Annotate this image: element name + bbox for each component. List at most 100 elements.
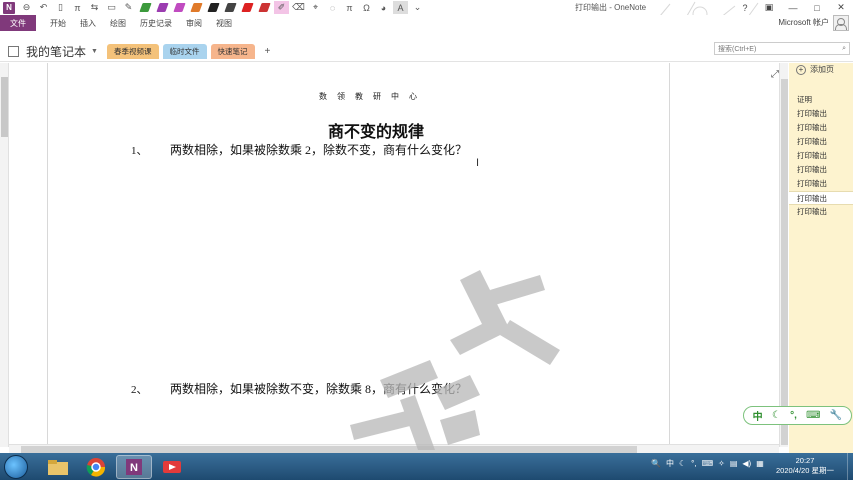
account-label[interactable]: Microsoft 帐户 xyxy=(778,17,829,28)
wrench-tray-icon[interactable]: ✧ xyxy=(718,459,725,468)
page-header: 数 领 教 研 中 心 xyxy=(319,92,421,101)
notebook-selector[interactable]: 我的笔记本 ▼ xyxy=(8,43,98,60)
clock-date: 2020/4/20 星期一 xyxy=(776,466,834,475)
maximize-icon[interactable]: □ xyxy=(805,0,829,15)
svg-text:N: N xyxy=(130,462,138,474)
ink-to-text-icon[interactable]: ⇆ xyxy=(87,1,102,14)
symbol-icon[interactable]: Ω xyxy=(359,1,374,14)
section-tab-spring[interactable]: 春季视频课 xyxy=(107,44,159,59)
text-cursor-icon: I xyxy=(476,157,480,169)
close-icon[interactable]: ✕ xyxy=(829,0,853,15)
dock-icon[interactable]: ▯ xyxy=(53,1,68,14)
pen-green-icon[interactable] xyxy=(138,1,153,14)
page-item[interactable]: 证明 xyxy=(789,93,853,107)
volume-icon[interactable]: ◀) xyxy=(742,459,751,468)
onenote-logo-icon: N xyxy=(3,1,15,14)
add-icon: + xyxy=(796,64,806,75)
tab-home[interactable]: 开始 xyxy=(50,18,66,29)
question-number: 2、 xyxy=(131,384,148,396)
ime-tray-icon[interactable]: °, xyxy=(691,459,696,468)
color-pen-icon[interactable]: ✎ xyxy=(121,1,136,14)
keyboard-icon[interactable]: ⌨ xyxy=(806,410,820,421)
clock-time: 20:27 xyxy=(795,456,815,465)
onenote-taskbar-icon[interactable]: N xyxy=(116,455,152,479)
pen-black-icon[interactable] xyxy=(206,1,221,14)
section-tabs: 春季视频课 临时文件 快速笔记 + xyxy=(107,44,276,59)
vertical-scrollbar-thumb[interactable] xyxy=(781,79,788,445)
screen-clipping-icon[interactable]: ▭ xyxy=(104,1,119,14)
pi-menu-icon[interactable]: π xyxy=(342,1,357,14)
quick-access-toolbar: N ⊖ ↶ ▯ π ⇆ ▭ ✎ ✐ ⌫ ⌖ ◌ π Ω ◕ A ⌄ xyxy=(0,0,427,15)
search-input[interactable]: 搜索(Ctrl+E) ⌕ xyxy=(714,42,850,55)
ime-toolbar[interactable]: 中 ☾ °, ⌨ 🔧 xyxy=(743,406,852,425)
page-title: 商不变的规律 xyxy=(327,124,424,141)
highlighter-icon[interactable]: ✐ xyxy=(274,1,289,14)
lasso-icon[interactable]: ⌖ xyxy=(308,1,323,14)
page-item[interactable]: 打印输出 xyxy=(789,205,853,219)
color-wheel-icon[interactable]: ◕ xyxy=(376,1,391,14)
network-icon[interactable]: ▤ xyxy=(730,459,738,468)
chrome-icon[interactable] xyxy=(78,455,114,479)
equation-icon[interactable]: π xyxy=(70,1,85,14)
add-page-label: 添加页 xyxy=(810,65,834,74)
moon-tray-icon[interactable]: ☾ xyxy=(679,459,686,468)
window-title: 打印输出 - OneNote xyxy=(575,3,647,12)
add-section-button[interactable]: + xyxy=(259,44,277,59)
pen-dark-icon[interactable] xyxy=(223,1,238,14)
section-tab-quick[interactable]: 快速笔记 xyxy=(210,44,255,59)
pen-orange-icon[interactable] xyxy=(189,1,204,14)
question-text: 两数相除，如果被除数乘 2，除数不变，商有什么变化？ xyxy=(170,143,468,157)
ink-replay-icon[interactable]: A xyxy=(393,1,408,14)
start-button[interactable] xyxy=(4,455,28,479)
question-number: 1、 xyxy=(131,145,148,157)
tab-view[interactable]: 视图 xyxy=(216,18,232,29)
search-placeholder: 搜索(Ctrl+E) xyxy=(718,45,757,53)
notebook-icon xyxy=(8,46,19,57)
page-item[interactable]: 打印输出 xyxy=(789,135,853,149)
tab-file[interactable]: 文件 xyxy=(0,15,36,31)
vertical-scrollbar[interactable] xyxy=(779,63,788,447)
screen-recorder-icon[interactable] xyxy=(154,455,190,479)
tab-draw[interactable]: 绘图 xyxy=(110,18,126,29)
eraser-icon[interactable]: ⌫ xyxy=(291,1,306,14)
page-item[interactable]: 打印输出 xyxy=(789,177,853,191)
pen-red-icon[interactable] xyxy=(240,1,255,14)
pen-purple-icon[interactable] xyxy=(155,1,170,14)
lasso-select-icon[interactable]: ◌ xyxy=(325,1,340,14)
punctuation-icon[interactable]: °, xyxy=(790,410,797,421)
page-item[interactable]: 打印输出 xyxy=(789,149,853,163)
ime-mode-button[interactable]: 中 xyxy=(753,408,763,423)
watermark xyxy=(350,270,560,450)
page-item[interactable]: 打印输出 xyxy=(789,107,853,121)
action-center-icon[interactable]: ▦ xyxy=(756,459,764,468)
search-icon[interactable]: ⌕ xyxy=(842,45,846,53)
search-tray-icon[interactable]: 🔍 xyxy=(651,459,661,468)
file-explorer-icon[interactable] xyxy=(40,455,76,479)
add-page-button[interactable]: + 添加页 xyxy=(796,64,834,75)
tab-history[interactable]: 历史记录 xyxy=(140,18,172,29)
undo-icon[interactable]: ↶ xyxy=(36,1,51,14)
show-desktop-button[interactable] xyxy=(847,453,853,480)
tab-insert[interactable]: 插入 xyxy=(80,18,96,29)
page-item[interactable]: 打印输出 xyxy=(789,163,853,177)
full-page-view-icon[interactable]: ⤢ xyxy=(771,69,779,80)
page-item-active[interactable]: 打印输出 xyxy=(789,191,853,205)
pen-magenta-icon[interactable] xyxy=(172,1,187,14)
avatar[interactable] xyxy=(833,15,849,31)
page-list: 证明 打印输出 打印输出 打印输出 打印输出 打印输出 打印输出 打印输出 打印… xyxy=(789,93,853,219)
clock[interactable]: 20:27 2020/4/20 星期一 xyxy=(770,456,840,476)
minimize-icon[interactable]: — xyxy=(781,0,805,15)
moon-icon[interactable]: ☾ xyxy=(772,410,781,421)
chevron-down-icon: ▼ xyxy=(91,48,98,55)
page-item[interactable]: 打印输出 xyxy=(789,121,853,135)
pen-red2-icon[interactable] xyxy=(257,1,272,14)
tab-review[interactable]: 审阅 xyxy=(186,18,202,29)
tray-language[interactable]: 中 xyxy=(666,458,674,469)
keyboard-tray-icon[interactable]: ⌨ xyxy=(702,459,714,468)
ribbon-tabs: 文件 开始 插入 绘图 历史记录 审阅 视图 xyxy=(0,15,853,31)
wrench-icon[interactable]: 🔧 xyxy=(830,410,842,421)
back-icon[interactable]: ⊖ xyxy=(19,1,34,14)
system-tray: 🔍 中 ☾ °, ⌨ ✧ ▤ ◀) ▦ xyxy=(651,458,764,469)
section-tab-temp[interactable]: 临时文件 xyxy=(162,44,207,59)
more-icon[interactable]: ⌄ xyxy=(410,1,425,14)
